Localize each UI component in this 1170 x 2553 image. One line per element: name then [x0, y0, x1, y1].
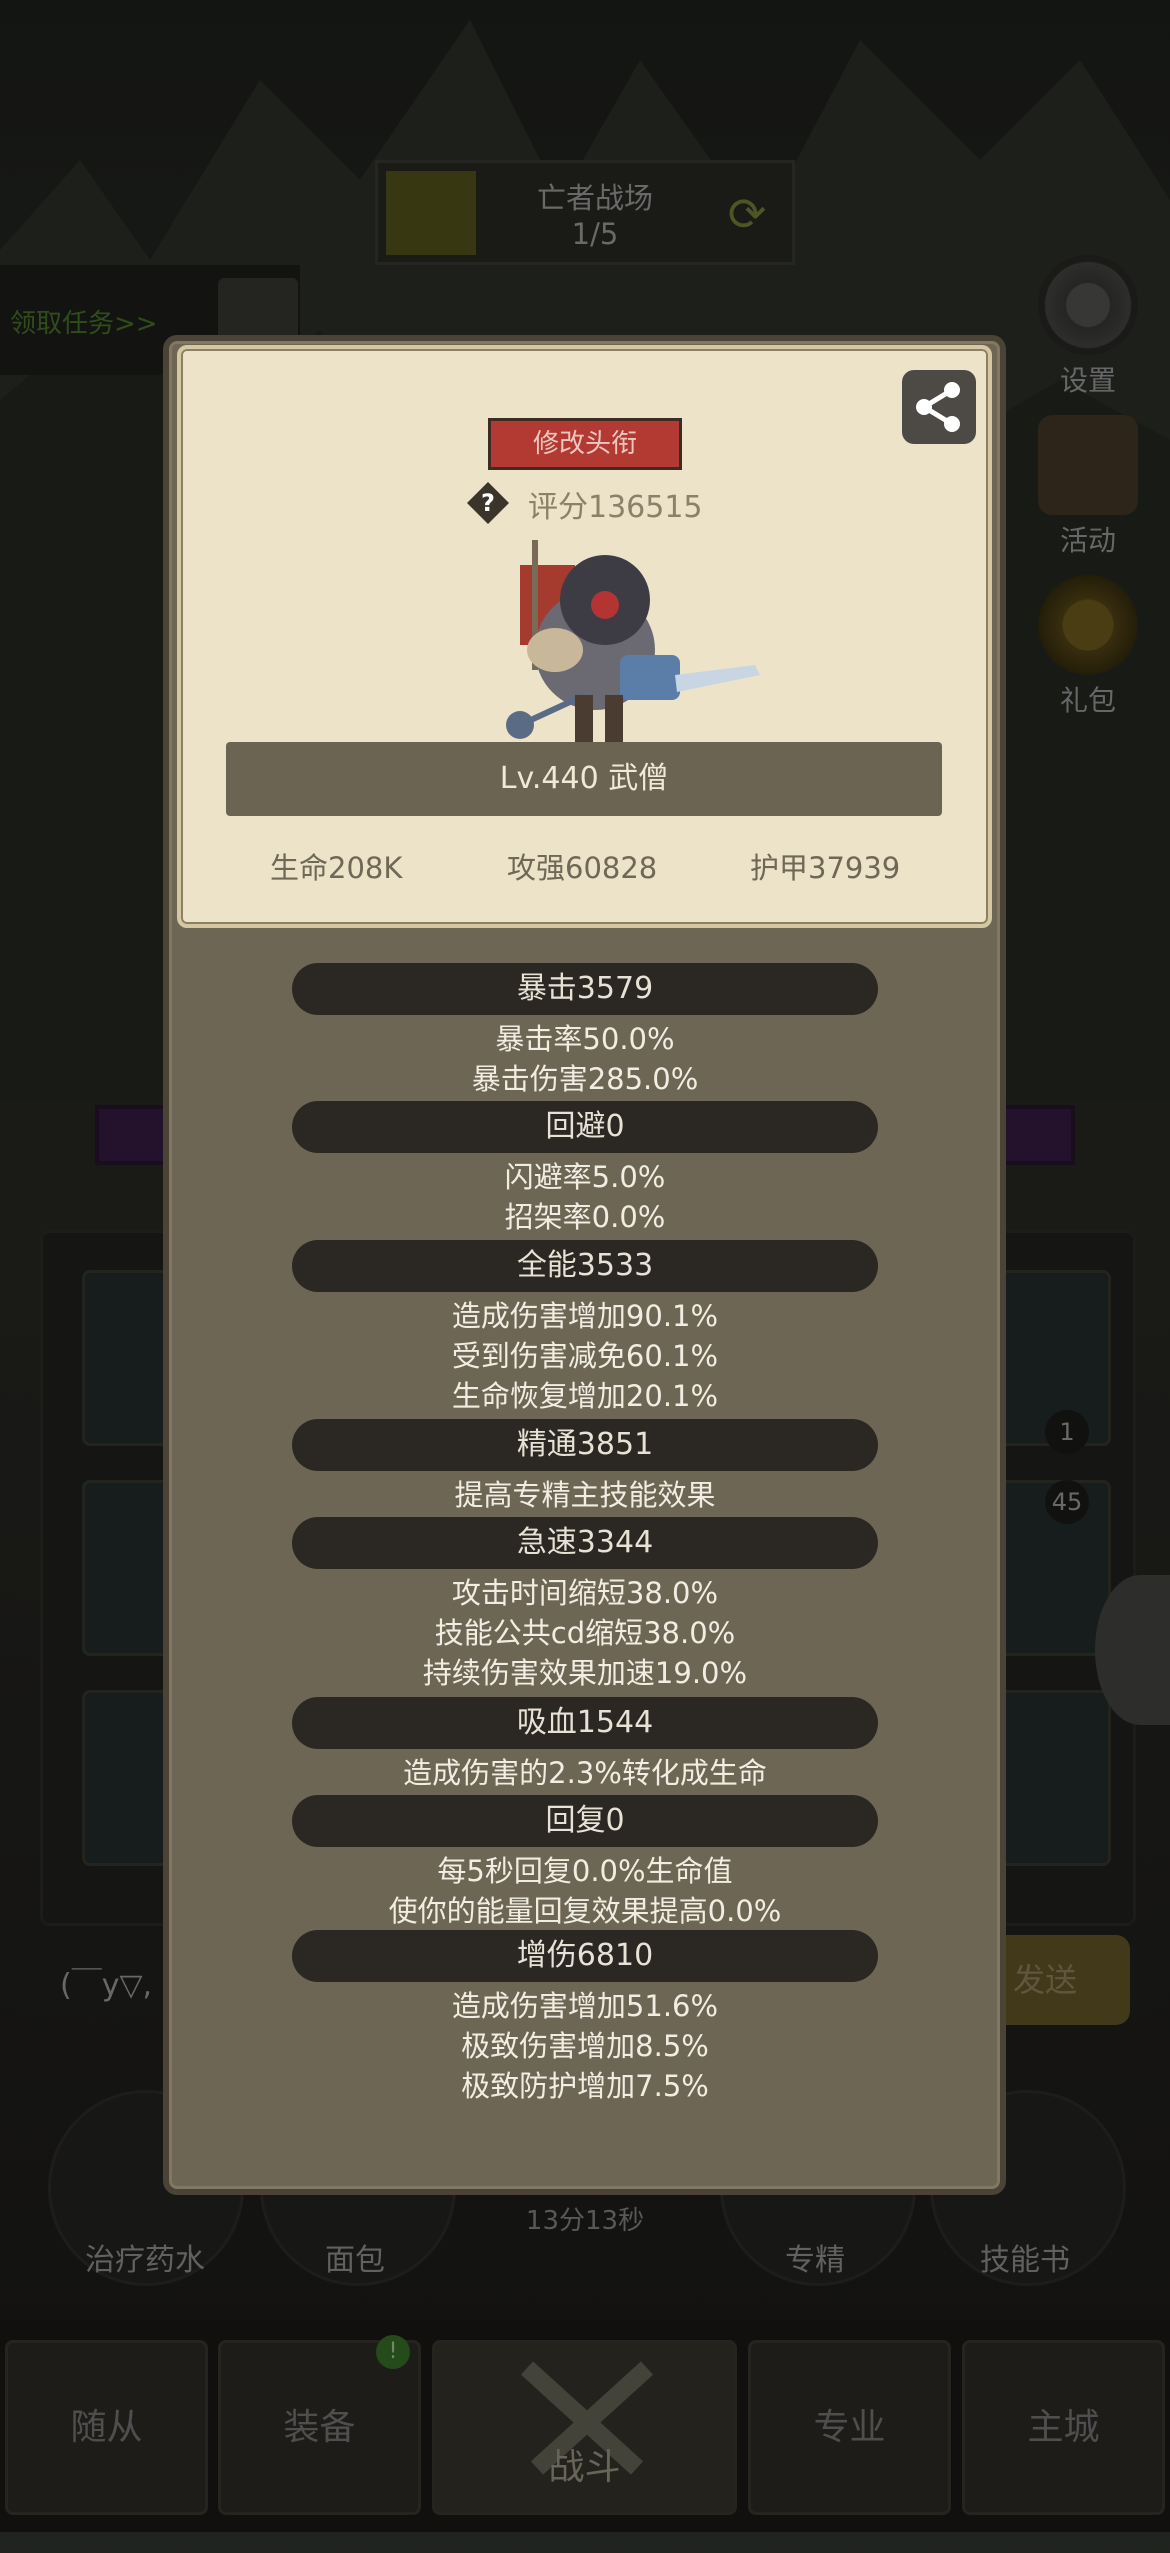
- stat-header-avoidance: 回避0: [292, 1101, 878, 1153]
- stat-line: 技能公共cd缩短38.0%: [434, 1616, 736, 1650]
- stat-line: 招架率0.0%: [504, 1200, 666, 1234]
- stat-header-regen: 回复0: [292, 1795, 878, 1847]
- stat-line: 每5秒回复0.0%生命值: [437, 1854, 733, 1888]
- stat-line: 受到伤害减免60.1%: [451, 1339, 719, 1373]
- share-icon: [916, 382, 960, 432]
- attack-power-stat: 攻强60828: [507, 851, 658, 885]
- stat-line: 使你的能量回复效果提高0.0%: [388, 1894, 782, 1928]
- stat-line: 暴击率50.0%: [495, 1022, 675, 1056]
- edit-title-button[interactable]: 修改头衔: [488, 418, 682, 470]
- stat-line: 提高专精主技能效果: [454, 1478, 716, 1512]
- stat-line: 造成伤害增加90.1%: [451, 1299, 719, 1333]
- stat-line: 持续伤害效果加速19.0%: [422, 1656, 748, 1690]
- level-name-bar: Lv.440 武僧: [226, 742, 942, 816]
- armor-stat: 护甲37939: [750, 851, 901, 885]
- stat-line: 极致防护增加7.5%: [461, 2069, 709, 2103]
- stat-header-mastery: 精通3851: [292, 1419, 878, 1471]
- hero-avatar: [506, 540, 760, 750]
- stat-line: 暴击伤害285.0%: [471, 1062, 699, 1096]
- stat-line: 生命恢复增加20.1%: [451, 1379, 719, 1413]
- stat-header-leech: 吸血1544: [292, 1697, 878, 1749]
- stat-header-crit: 暴击3579: [292, 963, 878, 1015]
- stat-line: 造成伤害增加51.6%: [451, 1989, 719, 2023]
- stat-line: 极致伤害增加8.5%: [461, 2029, 709, 2063]
- stat-header-haste: 急速3344: [292, 1517, 878, 1569]
- stat-line: 造成伤害的2.3%转化成生命: [403, 1756, 767, 1790]
- hp-stat: 生命208K: [270, 851, 403, 885]
- stat-line: 攻击时间缩短38.0%: [451, 1576, 719, 1610]
- stat-header-versatility: 全能3533: [292, 1240, 878, 1292]
- stat-header-damage-increase: 增伤6810: [292, 1930, 878, 1982]
- stat-line: 闪避率5.0%: [504, 1160, 666, 1194]
- svg-text:?: ?: [481, 489, 495, 517]
- share-button[interactable]: [902, 370, 976, 444]
